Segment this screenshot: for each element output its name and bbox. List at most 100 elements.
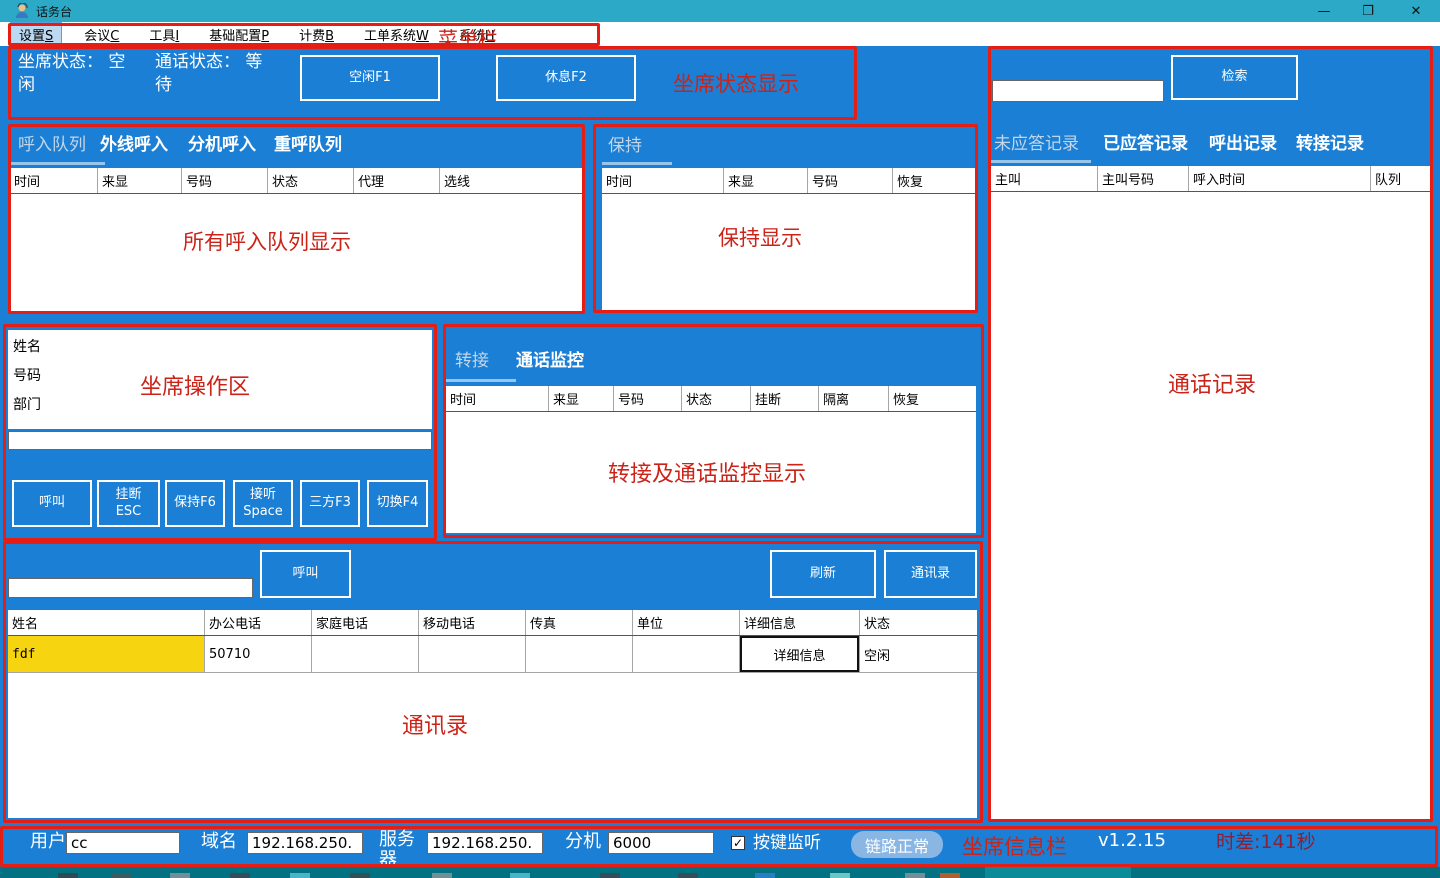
taskbar-icon[interactable] — [350, 873, 370, 878]
col-office-phone[interactable]: 办公电话 — [205, 610, 312, 635]
contact-company-cell[interactable] — [633, 636, 740, 672]
col-agent[interactable]: 代理 — [354, 168, 440, 193]
detail-info-button[interactable]: 详细信息 — [740, 636, 859, 672]
taskbar-icon[interactable] — [940, 873, 960, 878]
col-resume[interactable]: 恢复 — [893, 168, 976, 193]
tab-answered-records[interactable]: 已应答记录 — [1103, 129, 1188, 154]
col-state[interactable]: 状态 — [682, 386, 751, 411]
col-queue[interactable]: 队列 — [1371, 166, 1431, 191]
contact-mobile-phone-cell[interactable] — [419, 636, 526, 672]
dial-number-input[interactable] — [8, 431, 432, 450]
menu-item-tools[interactable]: 工具I — [141, 23, 187, 46]
tab-outgoing-records[interactable]: 呼出记录 — [1209, 129, 1277, 154]
col-number[interactable]: 号码 — [614, 386, 682, 411]
minimize-button[interactable]: — — [1306, 0, 1342, 22]
col-detail-info[interactable]: 详细信息 — [740, 610, 860, 635]
col-mobile-phone[interactable]: 移动电话 — [419, 610, 526, 635]
tab-unanswered-records[interactable]: 未应答记录 — [994, 129, 1079, 154]
contact-fax-cell[interactable] — [526, 636, 633, 672]
taskbar-icon[interactable] — [230, 873, 250, 878]
rest-f2-button[interactable]: 休息F2 — [496, 55, 636, 101]
keypress-monitor-label: 按键监听 — [753, 834, 821, 853]
menu-item-system[interactable]: 系统H — [451, 23, 503, 46]
taskbar-icon[interactable] — [755, 873, 775, 878]
extension-input[interactable] — [608, 832, 714, 854]
menu-label: 设置 — [19, 29, 45, 44]
col-home-phone[interactable]: 家庭电话 — [312, 610, 419, 635]
col-company[interactable]: 单位 — [633, 610, 740, 635]
menu-item-basic-config[interactable]: 基础配置P — [201, 23, 277, 46]
refresh-label: 刷新 — [810, 566, 836, 582]
contact-office-phone-cell[interactable]: 50710 — [205, 636, 312, 672]
col-isolate[interactable]: 隔离 — [819, 386, 889, 411]
taskbar-icon[interactable] — [112, 873, 132, 878]
col-number[interactable]: 号码 — [182, 168, 268, 193]
queue-table-header: 时间 来显 号码 状态 代理 选线 — [10, 168, 583, 194]
tab-recall-queue[interactable]: 重呼队列 — [274, 130, 342, 155]
hold-f6-button[interactable]: 保持F6 — [165, 480, 225, 527]
contact-detail-cell: 详细信息 — [740, 636, 860, 672]
address-book-button[interactable]: 通讯录 — [884, 550, 977, 598]
taskbar-icon[interactable] — [830, 873, 850, 878]
hangup-esc-button[interactable]: 挂断 ESC — [97, 480, 160, 527]
col-time[interactable]: 时间 — [602, 168, 724, 193]
col-status[interactable]: 状态 — [860, 610, 977, 635]
contact-row[interactable]: fdf 50710 详细信息 空闲 — [8, 636, 977, 673]
tab-hold[interactable]: 保持 — [608, 131, 642, 156]
tab-transfer-records[interactable]: 转接记录 — [1296, 129, 1364, 154]
col-hangup[interactable]: 挂断 — [751, 386, 819, 411]
link-status-badge: 链路正常 — [851, 831, 943, 858]
col-resume[interactable]: 恢复 — [889, 386, 976, 411]
col-call-in-time[interactable]: 呼入时间 — [1189, 166, 1371, 191]
col-time[interactable]: 时间 — [10, 168, 98, 193]
three-way-f3-button[interactable]: 三方F3 — [300, 480, 360, 527]
contact-status-cell[interactable]: 空闲 — [860, 636, 977, 672]
taskbar-icon[interactable] — [170, 873, 190, 878]
tab-outside-call[interactable]: 外线呼入 — [100, 130, 168, 155]
call-button[interactable]: 呼叫 — [12, 480, 92, 527]
server-input[interactable] — [427, 832, 543, 854]
contact-call-button[interactable]: 呼叫 — [260, 550, 351, 598]
menu-item-billing[interactable]: 计费B — [291, 23, 342, 46]
col-fax[interactable]: 传真 — [526, 610, 633, 635]
col-time[interactable]: 时间 — [446, 386, 549, 411]
restore-button[interactable]: ❐ — [1350, 0, 1386, 22]
menu-item-conference[interactable]: 会议C — [76, 23, 127, 46]
keypress-monitor-checkbox[interactable]: ✓ — [731, 836, 745, 850]
taskbar-icon[interactable] — [290, 873, 310, 878]
tab-call-monitor[interactable]: 通话监控 — [516, 346, 584, 371]
contact-search-input[interactable] — [8, 578, 253, 598]
refresh-button[interactable]: 刷新 — [770, 550, 876, 598]
menu-item-work-order[interactable]: 工单系统W — [356, 23, 437, 46]
taskbar-icon[interactable] — [600, 873, 620, 878]
tab-incoming-queue[interactable]: 呼入队列 — [18, 130, 86, 155]
col-caller-number[interactable]: 主叫号码 — [1098, 166, 1189, 191]
switch-f4-button[interactable]: 切换F4 — [367, 480, 428, 527]
taskbar-icon[interactable] — [905, 873, 925, 878]
taskbar-icon[interactable] — [510, 873, 530, 878]
tab-transfer[interactable]: 转接 — [455, 346, 489, 371]
col-caller-display[interactable]: 来显 — [724, 168, 808, 193]
search-button[interactable]: 检索 — [1171, 55, 1298, 100]
domain-input[interactable] — [247, 832, 363, 854]
col-line-select[interactable]: 选线 — [440, 168, 583, 193]
answer-space-button[interactable]: 接听 Space — [233, 480, 293, 527]
menu-item-settings[interactable]: 设置S — [10, 22, 62, 47]
contact-home-phone-cell[interactable] — [312, 636, 419, 672]
col-caller-display[interactable]: 来显 — [549, 386, 614, 411]
idle-f1-button[interactable]: 空闲F1 — [300, 55, 440, 101]
taskbar-icon[interactable] — [432, 873, 452, 878]
record-search-input[interactable] — [992, 80, 1164, 102]
col-state[interactable]: 状态 — [268, 168, 354, 193]
col-caller[interactable]: 主叫 — [991, 166, 1098, 191]
user-input[interactable] — [66, 832, 180, 854]
close-button[interactable]: ✕ — [1398, 0, 1434, 22]
col-name[interactable]: 姓名 — [8, 610, 205, 635]
call-status-text: 通话状态： 等待 — [155, 51, 263, 97]
taskbar-icon[interactable] — [58, 873, 78, 878]
tab-extension-call[interactable]: 分机呼入 — [188, 130, 256, 155]
taskbar-icon[interactable] — [678, 873, 698, 878]
col-caller-display[interactable]: 来显 — [98, 168, 182, 193]
col-number[interactable]: 号码 — [808, 168, 893, 193]
contact-name-cell[interactable]: fdf — [8, 636, 205, 672]
